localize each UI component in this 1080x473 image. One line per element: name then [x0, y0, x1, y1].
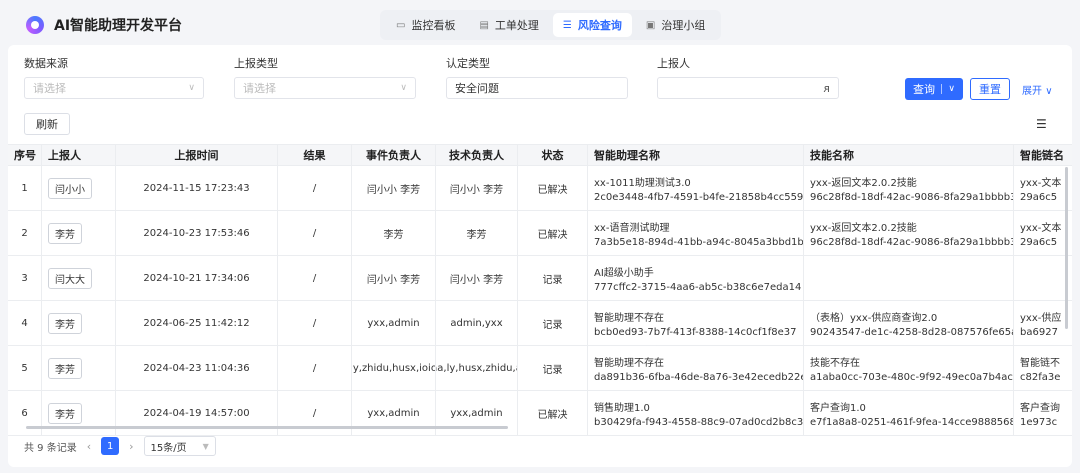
column-header: 上报时间	[116, 145, 278, 165]
top-bar: AI智能助理开发平台 ▭ 监控看板 ▤ 工单处理 ☰ 风险查询 ▣ 治理小组	[8, 6, 1072, 44]
table-header: 序号 上报人 上报时间 结果 事件负责人 技术负责人 状态 智能助理名称 技能名…	[8, 144, 1072, 166]
reset-button[interactable]: 重置	[970, 78, 1010, 100]
reporter-tag: 闫小小	[48, 177, 92, 199]
nav-item-risk-query[interactable]: ☰ 风险查询	[552, 13, 632, 37]
table-row[interactable]: 4 李芳 2024-06-25 11:42:12 / yxx,admin adm…	[8, 301, 1072, 346]
horizontal-scrollbar[interactable]	[26, 426, 508, 429]
column-header: 序号	[8, 145, 42, 165]
table-row[interactable]: 5 李芳 2024-04-23 11:04:36 / ly,zhidu,husx…	[8, 346, 1072, 391]
reporter-tag: 闫大大	[48, 267, 92, 289]
report-type-select[interactable]: 请选择 ∨	[234, 77, 416, 99]
column-settings-icon[interactable]: ☰	[1036, 117, 1047, 131]
pagination: 共 9 条记录 ‹ 1 › 15条/页 ▼	[24, 436, 216, 456]
vertical-scrollbar[interactable]	[1065, 167, 1068, 329]
total-count: 共 9 条记录	[24, 442, 77, 454]
query-button[interactable]: 查询 ∨	[905, 78, 963, 100]
refresh-button[interactable]: 刷新	[24, 113, 70, 135]
reporter-tag: 李芳	[48, 357, 82, 379]
chevron-down-icon: ∨	[400, 83, 407, 93]
app-title: AI智能助理开发平台	[54, 18, 183, 34]
app-logo: AI智能助理开发平台	[26, 15, 182, 35]
logo-ring-icon	[26, 16, 44, 34]
status-text: 已解决	[518, 166, 588, 210]
chevron-down-icon: ∨	[188, 83, 195, 93]
column-header: 技能名称	[804, 145, 1014, 165]
table-row[interactable]: 1 闫小小 2024-11-15 17:23:43 / 闫小小 李芳 闫小小 李…	[8, 166, 1072, 211]
chevron-down-icon[interactable]: ∨	[941, 84, 955, 94]
page-1-button[interactable]: 1	[101, 437, 120, 455]
reporter-label: 上报人	[657, 57, 690, 70]
risk-table: 序号 上报人 上报时间 结果 事件负责人 技术负责人 状态 智能助理名称 技能名…	[8, 144, 1072, 436]
report-type-label: 上报类型	[234, 57, 278, 70]
column-header: 上报人	[42, 145, 116, 165]
expand-button[interactable]: 展开 ∨	[1022, 82, 1053, 97]
table-row[interactable]: 6 李芳 2024-04-19 14:57:00 / yxx,admin yxx…	[8, 391, 1072, 436]
column-header: 智能助理名称	[588, 145, 804, 165]
next-page-icon[interactable]: ›	[129, 440, 133, 453]
identify-type-select[interactable]: 安全问题	[446, 77, 628, 99]
prev-page-icon[interactable]: ‹	[87, 440, 91, 453]
nav-item-monitor[interactable]: ▭ 监控看板	[386, 13, 465, 37]
page-size-select[interactable]: 15条/页 ▼	[143, 436, 216, 456]
reporter-tag: 李芳	[48, 222, 82, 244]
reporter-tag: 李芳	[48, 402, 82, 424]
source-label: 数据来源	[24, 57, 68, 70]
status-text: 记录	[518, 256, 588, 300]
nav-item-ticket[interactable]: ▤ 工单处理	[469, 13, 548, 37]
status-text: 已解决	[518, 211, 588, 255]
table-row[interactable]: 3 闫大大 2024-10-21 17:34:06 / 闫小小 李芳 闫小小 李…	[8, 256, 1072, 301]
list-search-icon: ☰	[562, 19, 572, 31]
column-header: 事件负责人	[352, 145, 436, 165]
column-header: 技术负责人	[436, 145, 518, 165]
source-select[interactable]: 请选择 ∨	[24, 77, 204, 99]
status-text: 记录	[518, 346, 588, 390]
column-header: 状态	[518, 145, 588, 165]
reporter-input[interactable]: ᴙ	[657, 77, 839, 99]
group-icon: ▣	[645, 19, 656, 31]
table-row[interactable]: 2 李芳 2024-10-23 17:53:46 / 李芳 李芳 已解决 xx-…	[8, 211, 1072, 256]
status-text: 已解决	[518, 391, 588, 435]
identify-type-label: 认定类型	[446, 57, 490, 70]
status-text: 记录	[518, 301, 588, 345]
chevron-down-icon: ∨	[1045, 86, 1053, 97]
user-search-icon: ᴙ	[823, 81, 830, 95]
chevron-down-icon: ▼	[202, 441, 209, 451]
reporter-tag: 李芳	[48, 312, 82, 334]
clipboard-icon: ▤	[479, 19, 489, 31]
main-nav: ▭ 监控看板 ▤ 工单处理 ☰ 风险查询 ▣ 治理小组	[380, 10, 722, 40]
column-header: 智能链名	[1020, 149, 1064, 162]
main-card: 数据来源 请选择 ∨ 上报类型 请选择 ∨ 认定类型 安全问题 上报人 ᴙ 查询…	[8, 45, 1072, 467]
nav-item-governance[interactable]: ▣ 治理小组	[636, 13, 715, 37]
column-header: 结果	[278, 145, 352, 165]
monitor-icon: ▭	[396, 19, 406, 31]
